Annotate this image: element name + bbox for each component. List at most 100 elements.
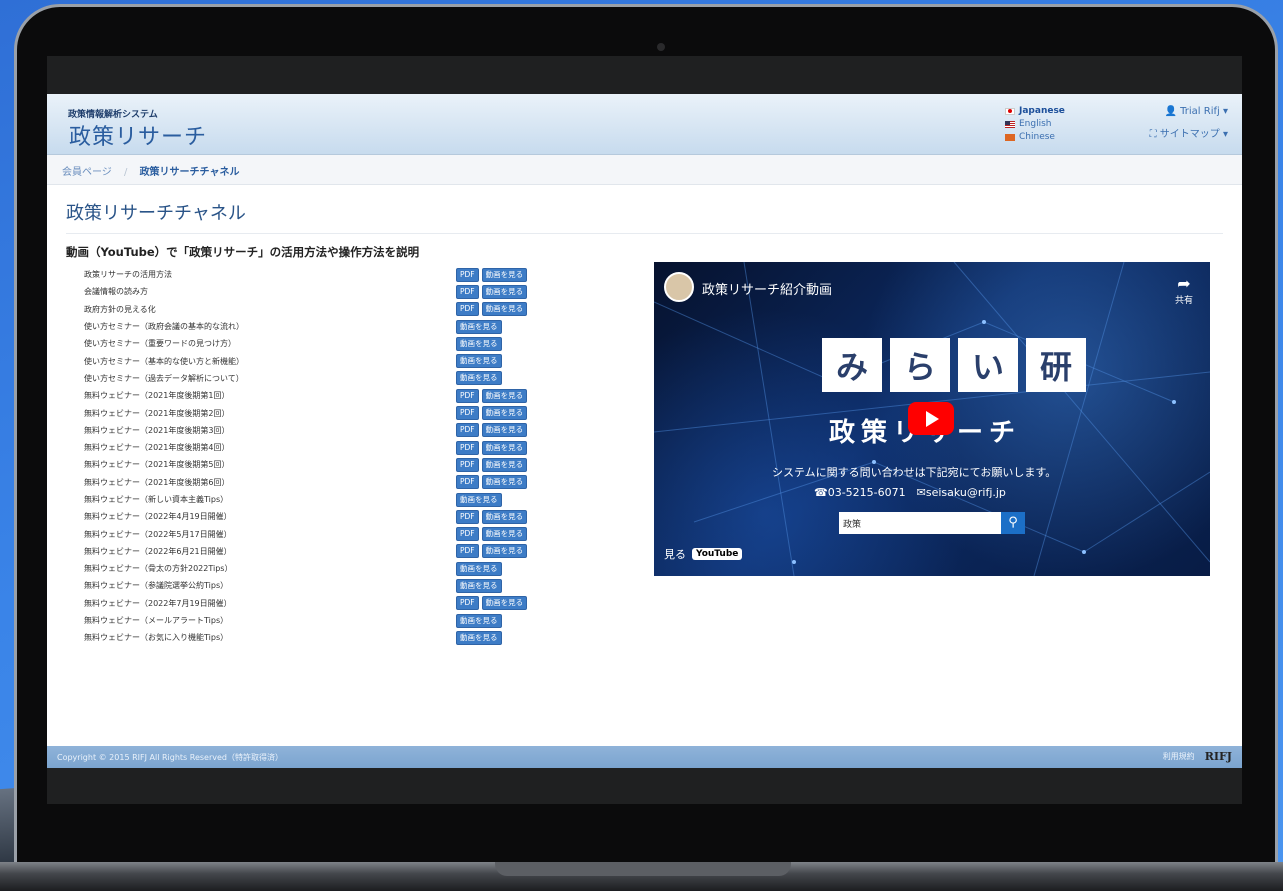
watch-video-button[interactable]: 動画を見る	[456, 492, 502, 507]
pdf-button[interactable]: PDF	[456, 527, 479, 542]
watch-video-button[interactable]: 動画を見る	[481, 388, 528, 403]
pdf-button[interactable]: PDF	[456, 267, 479, 282]
page-subtitle: 動画（YouTube）で「政策リサーチ」の活用方法や操作方法を説明	[66, 245, 420, 259]
youtube-player[interactable]: 政策リサーチ紹介動画 ➦ 共有 み ら い 研 政策リサーチ システムに関する問…	[654, 262, 1210, 576]
pdf-button[interactable]: PDF	[456, 388, 479, 403]
list-item-title: 無料ウェビナー（お気に入り機能Tips）	[84, 633, 229, 643]
watch-video-button[interactable]: 動画を見る	[481, 267, 528, 282]
camera-dot	[657, 43, 665, 51]
pdf-button[interactable]: PDF	[456, 544, 479, 559]
list-item: 無料ウェビナー（参議院選挙公約Tips） 動画を見る	[66, 577, 546, 594]
list-item-title: 無料ウェビナー（2022年4月19日開催）	[84, 512, 232, 522]
banner-char: い	[958, 338, 1018, 392]
watch-label: 見る	[664, 548, 686, 561]
video-title[interactable]: 政策リサーチ紹介動画	[702, 279, 832, 298]
watch-video-button[interactable]: 動画を見る	[456, 630, 502, 645]
list-item: 使い方セミナー（基本的な使い方と新機能） 動画を見る	[66, 352, 546, 369]
list-item: 政策リサーチの活用方法 PDF 動画を見る	[66, 266, 546, 283]
pdf-button[interactable]: PDF	[456, 440, 479, 455]
watch-video-button[interactable]: 動画を見る	[481, 423, 528, 438]
list-item-title: 使い方セミナー（重要ワードの見つけ方）	[84, 339, 236, 349]
pdf-button[interactable]: PDF	[456, 475, 479, 490]
lang-label: Japanese	[1019, 106, 1065, 116]
list-item-title: 無料ウェビナー（新しい資本主義Tips）	[84, 495, 229, 504]
share-button[interactable]: ➦ 共有	[1175, 274, 1193, 306]
lang-japanese[interactable]: Japanese	[1005, 105, 1065, 118]
list-item: 無料ウェビナー（2021年度後期第2回） PDF 動画を見る	[66, 404, 546, 421]
list-item: 無料ウェビナー（2021年度後期第6回） PDF 動画を見る	[66, 474, 546, 491]
contact-detail: ☎03-5215-6071 ✉seisaku@rifj.jp	[814, 486, 1006, 499]
breadcrumb: 会員ページ / 政策リサーチチャネル	[47, 155, 1242, 185]
list-item-title: 無料ウェビナー（2022年5月17日開催）	[84, 529, 232, 539]
terms-link[interactable]: 利用規約	[1163, 751, 1195, 762]
breadcrumb-current: 政策リサーチチャネル	[139, 167, 240, 178]
pdf-button[interactable]: PDF	[456, 509, 479, 524]
list-item-title: 政府方針の見える化	[84, 304, 156, 314]
banner-char: み	[822, 338, 882, 392]
pdf-button[interactable]: PDF	[456, 302, 479, 317]
watch-video-button[interactable]: 動画を見る	[481, 509, 528, 524]
lang-chinese[interactable]: Chinese	[1005, 131, 1065, 144]
caret-down-icon: ▾	[1222, 129, 1228, 140]
watch-video-button[interactable]: 動画を見る	[456, 578, 502, 593]
caret-down-icon: ▾	[1222, 106, 1228, 117]
list-item-title: 使い方セミナー（過去データ解析について）	[84, 373, 244, 383]
pdf-button[interactable]: PDF	[456, 284, 479, 299]
user-menu[interactable]: 👤 Trial Rifj ▾	[1165, 106, 1229, 117]
list-item: 政府方針の見える化 PDF 動画を見る	[66, 301, 546, 318]
list-item: 使い方セミナー（政府会議の基本的な流れ） 動画を見る	[66, 318, 546, 335]
watch-on-youtube[interactable]: 見る YouTube	[664, 546, 743, 562]
play-button-icon[interactable]	[908, 402, 954, 435]
pdf-button[interactable]: PDF	[456, 406, 479, 421]
video-list: 政策リサーチの活用方法 PDF 動画を見る 会議情報の読み方 PDF 動画を見る 政府方針の…	[66, 266, 546, 645]
list-item-title: 無料ウェビナー（2021年度後期第2回）	[84, 408, 230, 418]
watch-video-button[interactable]: 動画を見る	[481, 527, 528, 542]
list-item: 無料ウェビナー（2021年度後期第4回） PDF 動画を見る	[66, 439, 546, 456]
top-bar	[47, 56, 1242, 94]
page-title: 政策リサーチチャネル	[66, 199, 1223, 234]
list-item: 会議情報の読み方 PDF 動画を見る	[66, 283, 546, 300]
list-item-title: 無料ウェビナー（2021年度後期第3回）	[84, 425, 230, 435]
user-icon: 👤	[1164, 106, 1177, 117]
watch-video-button[interactable]: 動画を見る	[481, 544, 528, 559]
watch-video-button[interactable]: 動画を見る	[481, 475, 528, 490]
watch-video-button[interactable]: 動画を見る	[481, 284, 528, 299]
list-item-title: 無料ウェビナー（骨太の方針2022Tips）	[84, 564, 233, 574]
share-label: 共有	[1174, 296, 1193, 306]
watch-video-button[interactable]: 動画を見る	[456, 354, 502, 369]
search-icon: ⚲	[1001, 512, 1025, 534]
contact-line: システムに関する問い合わせは下記宛にてお願いします。	[772, 466, 1057, 479]
list-item-title: 政策リサーチの活用方法	[84, 270, 172, 280]
share-icon: ➦	[1177, 274, 1191, 293]
watch-video-button[interactable]: 動画を見る	[456, 613, 502, 628]
sitemap-menu[interactable]: ⛶ サイトマップ ▾	[1150, 125, 1228, 140]
watch-video-button[interactable]: 動画を見る	[481, 457, 528, 472]
list-item-title: 無料ウェビナー（参議院選挙公約Tips）	[84, 581, 229, 591]
list-item: 無料ウェビナー（骨太の方針2022Tips） 動画を見る	[66, 560, 546, 577]
watch-video-button[interactable]: 動画を見る	[456, 319, 502, 334]
watch-video-button[interactable]: 動画を見る	[481, 440, 528, 455]
list-item: 無料ウェビナー（メールアラートTips） 動画を見る	[66, 612, 546, 629]
watch-video-button[interactable]: 動画を見る	[481, 596, 528, 611]
list-item-title: 使い方セミナー（政府会議の基本的な流れ）	[84, 322, 244, 332]
list-item-title: 会議情報の読み方	[84, 287, 148, 297]
pdf-button[interactable]: PDF	[456, 423, 479, 438]
channel-avatar[interactable]	[664, 272, 694, 302]
banner-char: ら	[890, 338, 950, 392]
site-footer: Copyright © 2015 RIFJ All Rights Reserve…	[47, 746, 1242, 768]
watch-video-button[interactable]: 動画を見る	[481, 302, 528, 317]
video-search-field: 政策	[839, 512, 1001, 534]
user-name: Trial Rifj	[1180, 106, 1220, 117]
list-item-title: 無料ウェビナー（2021年度後期第4回）	[84, 443, 230, 453]
watch-video-button[interactable]: 動画を見る	[481, 406, 528, 421]
watch-video-button[interactable]: 動画を見る	[456, 561, 502, 576]
lang-english[interactable]: English	[1005, 118, 1065, 131]
breadcrumb-member-page[interactable]: 会員ページ	[62, 167, 112, 178]
list-item: 無料ウェビナー（2021年度後期第5回） PDF 動画を見る	[66, 456, 546, 473]
pdf-button[interactable]: PDF	[456, 596, 479, 611]
site-logo[interactable]: 政策リサーチ	[69, 119, 207, 151]
pdf-button[interactable]: PDF	[456, 457, 479, 472]
watch-video-button[interactable]: 動画を見る	[456, 336, 502, 351]
watch-video-button[interactable]: 動画を見る	[456, 371, 502, 386]
list-item: 無料ウェビナー（新しい資本主義Tips） 動画を見る	[66, 491, 546, 508]
